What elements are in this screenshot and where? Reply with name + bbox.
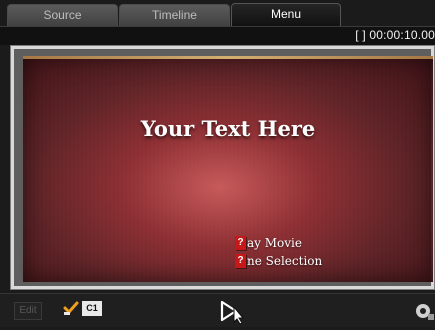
chapter-badge[interactable]: C1 bbox=[82, 301, 102, 316]
menu-preview-canvas[interactable]: Your Text Here ? ay Movie ? ne Selection bbox=[23, 56, 433, 282]
question-badge-icon: ? bbox=[235, 236, 246, 250]
play-icon[interactable] bbox=[216, 299, 250, 325]
timecode-display: [ ] 00:00:10.00 bbox=[355, 28, 435, 42]
timecode-bar: [ ] 00:00:10.00 bbox=[0, 26, 435, 45]
menu-item-label: ay Movie bbox=[247, 236, 302, 250]
menu-title-text[interactable]: Your Text Here bbox=[23, 116, 433, 141]
edit-button[interactable]: Edit bbox=[14, 302, 42, 320]
preview-frame: Your Text Here ? ay Movie ? ne Selection bbox=[10, 45, 435, 290]
tab-source[interactable]: Source bbox=[7, 4, 118, 26]
tab-menu[interactable]: Menu bbox=[231, 3, 341, 27]
tab-timeline[interactable]: Timeline bbox=[119, 4, 230, 26]
question-badge-icon: ? bbox=[235, 254, 246, 268]
check-edit-icon[interactable] bbox=[63, 300, 81, 316]
menu-item-label: ne Selection bbox=[247, 254, 323, 268]
bottom-toolbar: Edit C1 bbox=[0, 293, 435, 327]
tab-bar: Source Timeline Menu bbox=[0, 0, 435, 27]
settings-icon[interactable] bbox=[413, 301, 435, 321]
